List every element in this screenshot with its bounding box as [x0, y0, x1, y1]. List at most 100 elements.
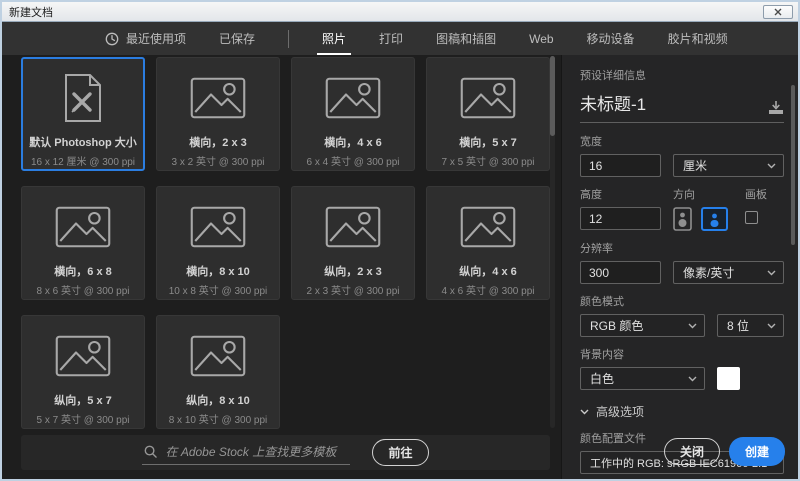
orientation-label: 方向	[673, 189, 695, 201]
card-title: 默认 Photoshop 大小	[29, 137, 137, 149]
orientation-landscape-button[interactable]	[701, 207, 728, 231]
preset-category-tabs: 最近使用项 已保存 照片 打印 图稿和插图 Web 移动设备 胶片和视频	[2, 22, 798, 55]
chevron-down-icon	[767, 323, 776, 328]
resolution-group: 分辨率 300 像素/英寸	[580, 240, 784, 284]
tab-art-illustration[interactable]: 图稿和插图	[436, 30, 496, 47]
close-window-button[interactable]	[763, 4, 793, 19]
template-card[interactable]: 横向，4 x 6 6 x 4 英寸 @ 300 ppi	[291, 57, 415, 171]
image-placeholder-icon	[190, 329, 246, 383]
image-placeholder-icon	[325, 71, 381, 125]
template-card[interactable]: 横向，6 x 8 8 x 6 英寸 @ 300 ppi	[21, 186, 145, 300]
tab-recent[interactable]: 最近使用项	[105, 30, 186, 47]
card-title: 横向，4 x 6	[324, 137, 382, 149]
template-card[interactable]: 纵向，5 x 7 5 x 7 英寸 @ 300 ppi	[21, 315, 145, 429]
titlebar: 新建文档	[2, 2, 798, 22]
resolution-unit-select[interactable]: 像素/英寸	[673, 261, 784, 284]
document-name-field[interactable]: 未标题-1	[580, 90, 784, 123]
card-subtitle: 7 x 5 英寸 @ 300 ppi	[441, 157, 535, 168]
resolution-label: 分辨率	[580, 243, 613, 255]
close-icon	[774, 8, 782, 15]
background-value: 白色	[590, 372, 615, 386]
stock-search-input[interactable]: 在 Adobe Stock 上查找更多模板	[142, 441, 351, 465]
window-title: 新建文档	[9, 6, 53, 19]
card-title: 横向，5 x 7	[459, 137, 517, 149]
image-placeholder-icon	[55, 329, 111, 383]
chevron-down-icon	[767, 270, 776, 275]
chevron-down-icon	[767, 163, 776, 168]
image-placeholder-icon	[55, 200, 111, 254]
tab-label: 打印	[379, 32, 404, 46]
width-unit-value: 厘米	[683, 159, 708, 173]
card-subtitle: 8 x 6 英寸 @ 300 ppi	[36, 286, 130, 297]
template-card[interactable]: 纵向，4 x 6 4 x 6 英寸 @ 300 ppi	[426, 186, 550, 300]
resolution-unit-value: 像素/英寸	[683, 266, 735, 280]
template-card[interactable]: 横向，2 x 3 3 x 2 英寸 @ 300 ppi	[156, 57, 280, 171]
psd-document-icon	[63, 71, 103, 125]
orientation-portrait-button[interactable]	[673, 207, 692, 231]
background-color-swatch[interactable]	[717, 367, 740, 390]
tab-saved[interactable]: 已保存	[219, 30, 255, 47]
card-title: 纵向，4 x 6	[459, 266, 517, 278]
color-mode-label: 颜色模式	[580, 296, 624, 308]
scrollbar-thumb[interactable]	[550, 56, 555, 136]
card-subtitle: 3 x 2 英寸 @ 300 ppi	[171, 157, 265, 168]
card-title: 横向，6 x 8	[54, 266, 112, 278]
adobe-stock-searchbar: 在 Adobe Stock 上查找更多模板 前往	[21, 435, 550, 470]
card-subtitle: 2 x 3 英寸 @ 300 ppi	[306, 286, 400, 297]
width-input[interactable]: 16	[580, 154, 661, 177]
tab-label: Web	[529, 31, 554, 46]
panel-header: 预设详细信息	[580, 70, 646, 82]
artboard-label: 画板	[745, 189, 767, 201]
card-title: 纵向，8 x 10	[186, 395, 250, 407]
tab-photo[interactable]: 照片	[322, 30, 346, 47]
tab-web[interactable]: Web	[529, 32, 553, 46]
width-unit-select[interactable]: 厘米	[673, 154, 784, 177]
bit-depth-select[interactable]: 8 位	[717, 314, 784, 337]
tab-print[interactable]: 打印	[379, 30, 403, 47]
tab-label: 移动设备	[586, 32, 635, 46]
height-label: 高度	[580, 189, 602, 201]
portrait-orientation-icon	[673, 207, 692, 231]
go-button[interactable]: 前往	[372, 439, 429, 466]
height-input[interactable]: 12	[580, 207, 661, 230]
create-button[interactable]: 创建	[728, 437, 785, 466]
landscape-orientation-icon	[701, 207, 728, 231]
artboard-checkbox[interactable]	[745, 211, 758, 224]
tab-film-video[interactable]: 胶片和视频	[668, 30, 728, 47]
search-icon	[145, 445, 158, 458]
width-group: 宽度 16 厘米	[580, 133, 784, 177]
panel-scrollbar-thumb[interactable]	[791, 85, 795, 245]
template-card[interactable]: 横向，5 x 7 7 x 5 英寸 @ 300 ppi	[426, 57, 550, 171]
template-card[interactable]: 纵向，2 x 3 2 x 3 英寸 @ 300 ppi	[291, 186, 415, 300]
card-subtitle: 10 x 8 英寸 @ 300 ppi	[168, 286, 268, 297]
tab-label: 已保存	[219, 32, 256, 46]
preset-scrollbar[interactable]	[550, 56, 555, 428]
tab-label: 照片	[322, 32, 347, 46]
template-card[interactable]: 纵向，8 x 10 8 x 10 英寸 @ 300 ppi	[156, 315, 280, 429]
chevron-down-icon	[580, 409, 589, 414]
background-select[interactable]: 白色	[580, 367, 705, 390]
card-title: 横向，8 x 10	[186, 266, 250, 278]
image-placeholder-icon	[460, 71, 516, 125]
color-mode-select[interactable]: RGB 颜色	[580, 314, 705, 337]
tab-label: 最近使用项	[126, 32, 187, 46]
dialog-footer: 关闭 创建	[663, 437, 785, 466]
tab-divider	[288, 29, 290, 48]
close-button[interactable]: 关闭	[663, 438, 720, 465]
tab-mobile[interactable]: 移动设备	[587, 30, 635, 47]
advanced-options-toggle[interactable]: 高级选项	[580, 403, 784, 420]
card-subtitle: 8 x 10 英寸 @ 300 ppi	[168, 415, 268, 426]
image-placeholder-icon	[190, 71, 246, 125]
save-preset-icon[interactable]	[768, 101, 784, 115]
tab-label: 胶片和视频	[667, 32, 728, 46]
color-mode-group: 颜色模式 RGB 颜色 8 位	[580, 293, 784, 337]
image-placeholder-icon	[190, 200, 246, 254]
dialog-content: 默认 Photoshop 大小 16 x 12 厘米 @ 300 ppi 横向，…	[2, 55, 798, 479]
new-document-dialog: 新建文档 最近使用项 已保存 照片 打印 图稿和插图 Web 移动设备 胶片和视…	[0, 0, 800, 481]
resolution-input[interactable]: 300	[580, 261, 661, 284]
template-card-default-photoshop[interactable]: 默认 Photoshop 大小 16 x 12 厘米 @ 300 ppi	[21, 57, 145, 171]
preset-card-grid: 默认 Photoshop 大小 16 x 12 厘米 @ 300 ppi 横向，…	[21, 57, 561, 429]
card-subtitle: 5 x 7 英寸 @ 300 ppi	[36, 415, 130, 426]
advanced-options-label: 高级选项	[596, 405, 645, 419]
template-card[interactable]: 横向，8 x 10 10 x 8 英寸 @ 300 ppi	[156, 186, 280, 300]
